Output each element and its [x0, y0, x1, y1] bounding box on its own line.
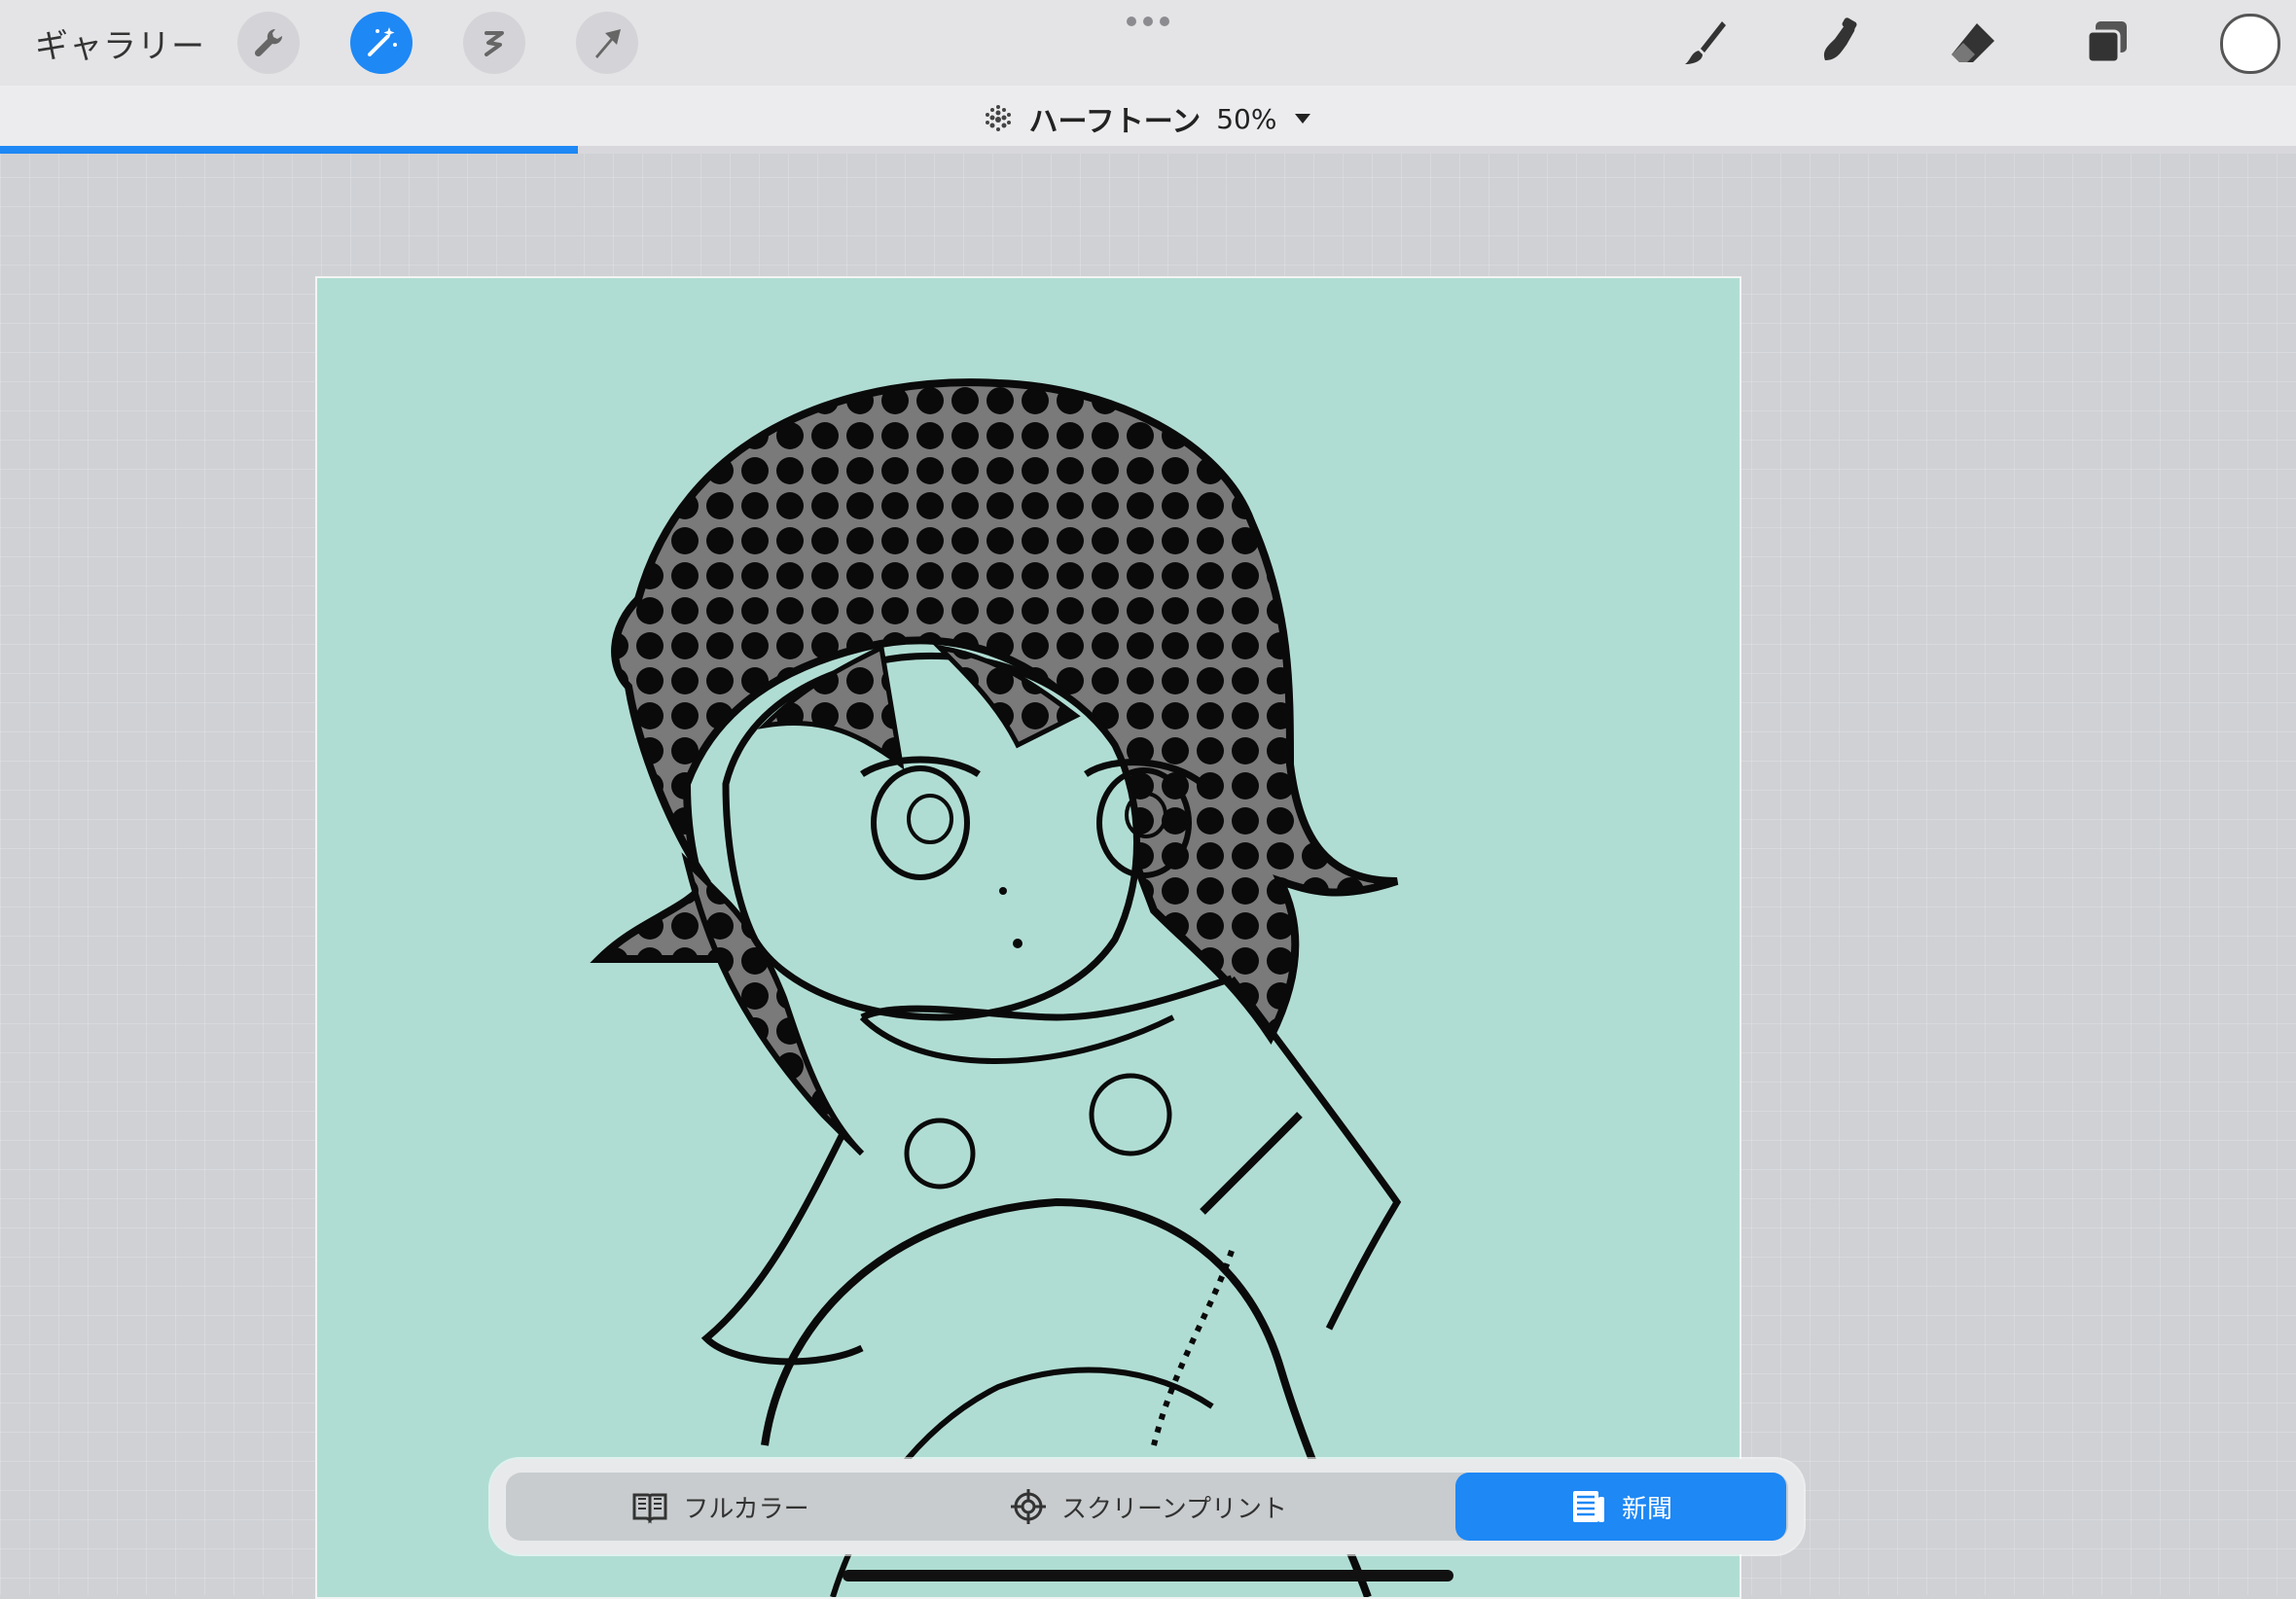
- adjustment-slider-fill: [0, 146, 578, 154]
- chevron-down-icon: [1295, 114, 1311, 124]
- selection-button[interactable]: [463, 12, 525, 74]
- adjustment-slider[interactable]: [0, 146, 2296, 154]
- mode-newspaper-label: 新聞: [1621, 1494, 1672, 1524]
- selection-s-icon: [484, 31, 504, 56]
- actions-button[interactable]: [237, 12, 300, 74]
- top-toolbar: ギャラリー: [0, 0, 2296, 86]
- mode-screen-print-button[interactable]: スクリーンプリント: [934, 1473, 1362, 1541]
- wrench-icon: [254, 28, 283, 57]
- arrow-cursor-icon: [595, 29, 621, 58]
- adjustment-title[interactable]: ハーフトーン 50%: [0, 97, 2296, 140]
- brush-icon: [1685, 21, 1726, 64]
- book-icon: [632, 1493, 667, 1524]
- mode-screen-print-label: スクリーンプリント: [1061, 1494, 1287, 1524]
- brush-button[interactable]: [1673, 12, 1736, 74]
- home-indicator[interactable]: [843, 1570, 1453, 1581]
- gallery-button[interactable]: ギャラリー: [35, 19, 205, 67]
- layers-button[interactable]: [2076, 12, 2138, 74]
- transform-button[interactable]: [576, 12, 638, 74]
- crosshair-icon: [1011, 1489, 1047, 1524]
- newspaper-icon: [1572, 1491, 1604, 1522]
- drawing-canvas[interactable]: [315, 276, 1741, 1599]
- smudge-button[interactable]: [1808, 12, 1870, 74]
- eraser-button[interactable]: [1942, 12, 2004, 74]
- eraser-icon: [1952, 23, 1994, 62]
- mode-full-color-label: フルカラー: [683, 1494, 809, 1524]
- layers-icon: [2086, 21, 2127, 64]
- mode-segmented-control: フルカラー スクリーンプリント 新聞: [506, 1473, 1788, 1541]
- adjustment-name: ハーフトーン: [1028, 105, 1202, 139]
- halftone-icon: [985, 105, 1011, 131]
- adjustment-value: 50%: [1216, 102, 1277, 135]
- artwork-illustration: [590, 378, 1402, 1597]
- halftone-mode-selector: フルカラー スクリーンプリント 新聞: [490, 1459, 1804, 1554]
- color-picker-swatch[interactable]: [2220, 14, 2280, 74]
- mode-full-color-button[interactable]: フルカラー: [506, 1473, 934, 1541]
- magic-wand-icon: [368, 27, 397, 56]
- smudge-icon: [1823, 18, 1857, 60]
- more-options-icon[interactable]: [1127, 14, 1169, 29]
- adjustments-button[interactable]: [350, 12, 413, 74]
- mode-newspaper-button[interactable]: 新聞: [1455, 1473, 1786, 1541]
